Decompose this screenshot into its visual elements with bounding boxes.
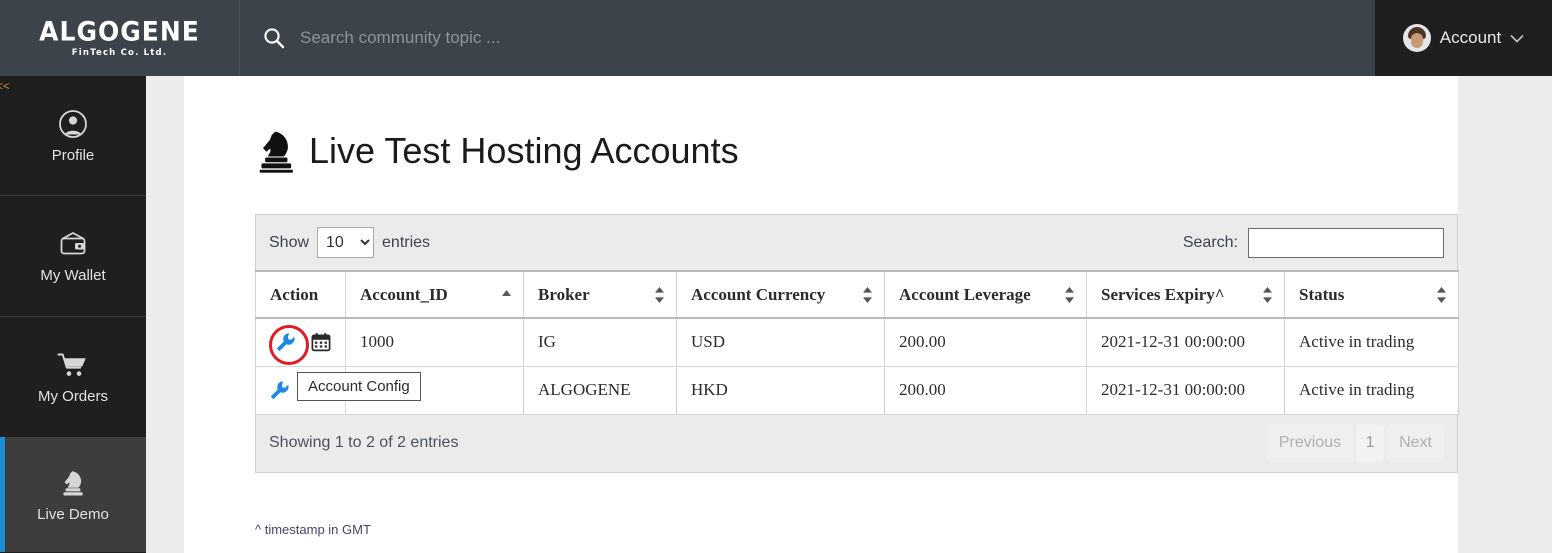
page-title: Live Test Hosting Accounts	[255, 128, 739, 174]
pagination: Previous 1 Next	[1264, 424, 1444, 462]
cell-status: Active in trading	[1284, 317, 1459, 367]
account-config-button[interactable]	[269, 325, 309, 366]
sidebar-item-live-demo[interactable]: Live Demo	[0, 437, 146, 552]
column-header-status[interactable]: Status	[1284, 270, 1459, 319]
clipped-edge-text: <<d<<<<dd<t<	[0, 79, 9, 93]
column-label: Services Expiry^	[1101, 284, 1225, 304]
sort-both-icon	[655, 286, 664, 303]
datatable-footer: Showing 1 to 2 of 2 entries Previous 1 N…	[255, 414, 1458, 473]
wrench-icon	[270, 380, 289, 399]
avatar	[1402, 24, 1431, 52]
entries-select[interactable]: 102550100	[317, 227, 375, 258]
pagination-previous[interactable]: Previous	[1266, 424, 1354, 462]
sort-ascending-icon	[502, 289, 511, 296]
user-circle-icon	[58, 108, 88, 140]
cell-broker: ALGOGENE	[523, 365, 677, 415]
sidebar-label: My Wallet	[40, 267, 106, 284]
column-header-account-leverage[interactable]: Account Leverage	[884, 270, 1087, 319]
chess-knight-icon	[259, 131, 293, 173]
sidebar-item-my-orders[interactable]: My Orders	[0, 317, 146, 437]
datatable: Show 102550100 entries Search:	[255, 214, 1459, 473]
sidebar: Profile My Wallet My Orders Live Demo	[0, 76, 146, 553]
calendar-icon	[311, 333, 331, 352]
cell-status: Active in trading	[1284, 365, 1459, 415]
show-label: Show	[269, 233, 310, 251]
logo-wordmark: ALGOGENE	[39, 15, 200, 47]
column-label: Account Currency	[691, 284, 826, 304]
page-title-text: Live Test Hosting Accounts	[309, 130, 739, 171]
table-row: 1000 IG USD 200.00 2021-12-31 00:00:00 A…	[255, 317, 1459, 367]
cell-leverage: 200.00	[884, 317, 1087, 367]
tooltip-account-config: Account Config	[297, 372, 421, 401]
filter-control: Search:	[1182, 227, 1444, 258]
shopping-cart-icon	[57, 349, 89, 381]
column-header-account-currency[interactable]: Account Currency	[676, 270, 885, 319]
table-row: ALGOGENE HKD 200.00 2021-12-31 00:00:00 …	[255, 365, 1459, 415]
sidebar-label: Live Demo	[37, 505, 109, 523]
datatable-controls: Show 102550100 entries Search:	[255, 214, 1458, 270]
pagination-next[interactable]: Next	[1387, 424, 1444, 462]
top-bar: ALGOGENE FinTech Co. Ltd. Account	[0, 0, 1552, 76]
column-header-services-expiry[interactable]: Services Expiry^	[1086, 270, 1285, 319]
sidebar-item-my-wallet[interactable]: My Wallet	[0, 196, 146, 317]
column-label: Broker	[538, 284, 590, 304]
wallet-icon	[57, 228, 89, 260]
sidebar-label: My Orders	[37, 388, 108, 405]
cell-broker: IG	[523, 317, 677, 367]
cell-currency: HKD	[676, 365, 885, 415]
sort-both-icon	[1437, 286, 1446, 303]
app-root: ALGOGENE FinTech Co. Ltd. Account	[0, 0, 1552, 553]
pagination-page-1[interactable]: 1	[1356, 424, 1385, 462]
accounts-table: Action Account_ID Broker Account Currenc…	[255, 270, 1459, 415]
column-label: Account_ID	[360, 284, 448, 304]
global-search-bar[interactable]	[240, 0, 1375, 76]
search-input[interactable]	[300, 28, 900, 48]
column-label: Account Leverage	[899, 284, 1031, 304]
wrench-icon	[276, 332, 295, 351]
account-label: Account	[1439, 28, 1502, 47]
sort-both-icon	[1065, 286, 1074, 303]
table-header-row: Action Account_ID Broker Account Currenc…	[255, 270, 1459, 319]
cell-expiry: 2021-12-31 00:00:00	[1086, 365, 1285, 415]
logo-tagline: FinTech Co. Ltd.	[71, 47, 168, 58]
column-label: Action	[270, 284, 319, 304]
table-search-input[interactable]	[1248, 227, 1444, 258]
search-label: Search:	[1182, 233, 1238, 251]
entries-label: entries	[382, 233, 431, 251]
length-control: Show 102550100 entries	[269, 227, 430, 258]
cell-currency: USD	[676, 317, 885, 367]
search-icon	[264, 28, 285, 49]
chess-knight-icon	[58, 467, 88, 499]
column-label: Status	[1299, 284, 1345, 304]
main-content: Live Test Hosting Accounts Show 10255010…	[184, 76, 1459, 553]
schedule-button[interactable]	[311, 332, 331, 352]
table-info: Showing 1 to 2 of 2 entries	[269, 434, 459, 451]
sidebar-label: Profile	[51, 146, 95, 164]
cell-leverage: 200.00	[884, 365, 1087, 415]
column-header-account-id[interactable]: Account_ID	[345, 270, 524, 319]
account-config-button[interactable]	[269, 380, 290, 400]
sidebar-item-profile[interactable]: Profile	[0, 76, 146, 196]
cell-expiry: 2021-12-31 00:00:00	[1086, 317, 1285, 367]
brand-logo[interactable]: ALGOGENE FinTech Co. Ltd.	[0, 0, 240, 76]
footnote: ^ timestamp in GMT	[255, 522, 371, 537]
sort-both-icon	[863, 286, 872, 303]
chevron-down-icon	[1510, 34, 1524, 43]
column-header-action[interactable]: Action	[255, 270, 346, 319]
sort-both-icon	[1263, 286, 1272, 303]
cell-account-id: 1000	[345, 317, 524, 367]
column-header-broker[interactable]: Broker	[523, 270, 677, 319]
account-menu[interactable]: Account	[1375, 0, 1552, 76]
row-actions	[255, 317, 346, 367]
